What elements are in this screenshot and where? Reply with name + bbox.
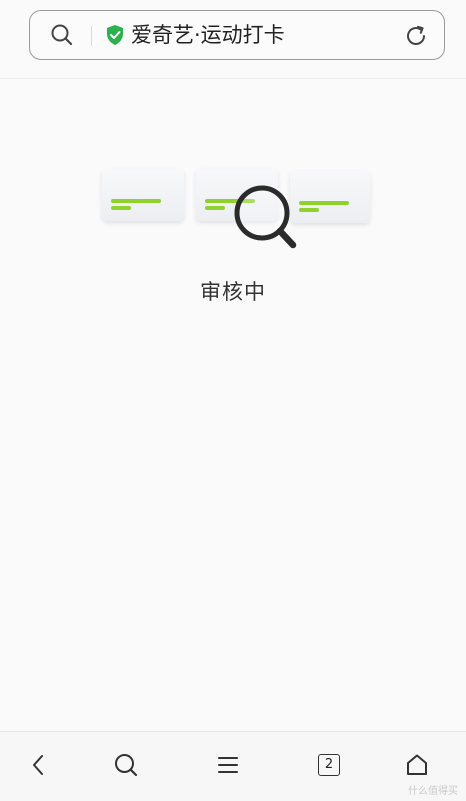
- tab-count: 2: [318, 754, 340, 776]
- address-bar[interactable]: 爱奇艺·运动打卡: [29, 10, 445, 60]
- search-icon[interactable]: [50, 23, 74, 47]
- home-icon[interactable]: [404, 752, 430, 778]
- search-icon[interactable]: [113, 752, 139, 778]
- shield-check-icon: [105, 24, 125, 46]
- watermark: 什么值得买: [408, 786, 458, 797]
- bottom-navigation: 2 什么值得买: [0, 731, 466, 801]
- reviewing-illustration: [98, 165, 378, 257]
- top-bar: 爱奇艺·运动打卡: [0, 0, 466, 79]
- review-status-text: 审核中: [200, 280, 266, 304]
- menu-icon[interactable]: [215, 752, 241, 778]
- address-divider: [91, 26, 92, 46]
- page-title[interactable]: 爱奇艺·运动打卡: [131, 21, 285, 49]
- tabs-icon[interactable]: 2: [318, 754, 340, 776]
- refresh-icon[interactable]: [404, 24, 428, 48]
- back-icon[interactable]: [26, 752, 52, 778]
